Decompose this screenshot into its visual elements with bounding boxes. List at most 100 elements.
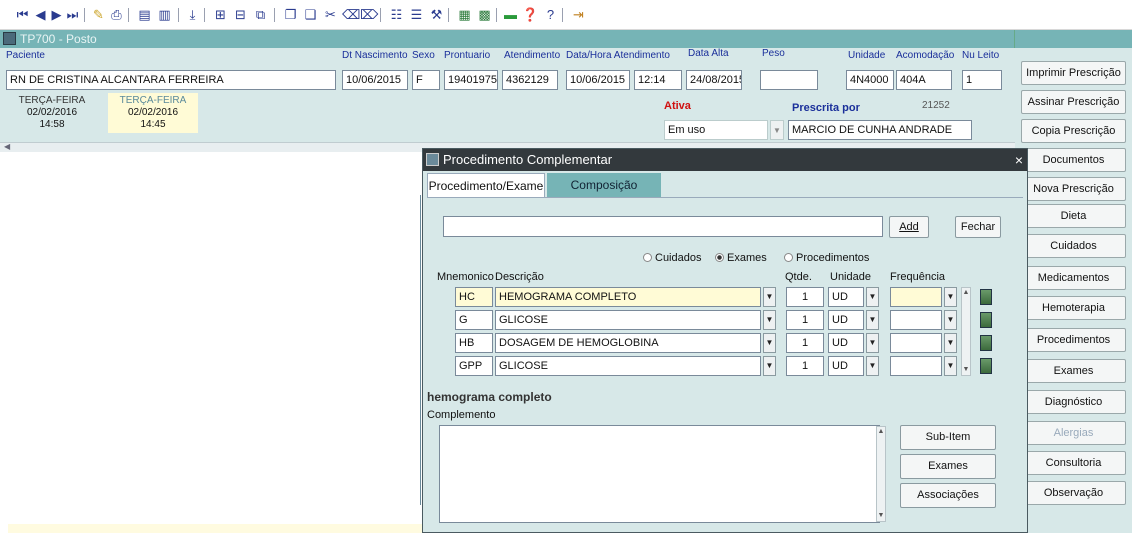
row-1-frequencia-dropdown-icon[interactable]: ▼ [944, 287, 957, 307]
insert-record-icon[interactable]: ⊞ [212, 6, 229, 23]
tab-composicao[interactable]: Composição [547, 173, 661, 197]
sub-item-button[interactable]: Sub-Item [900, 425, 996, 450]
cut-icon[interactable]: ✂ [322, 6, 339, 23]
display-icon[interactable]: ▬ [502, 6, 519, 23]
scroll-down-icon[interactable]: ▼ [962, 366, 970, 374]
imprimir-prescricao-button[interactable]: Imprimir Prescrição [1021, 61, 1126, 85]
row-4-frequencia-dropdown-icon[interactable]: ▼ [944, 356, 957, 376]
acomodacao-field[interactable]: 404A [896, 70, 952, 90]
tab-procedimento-exame[interactable]: Procedimento/Exame [427, 173, 545, 197]
row-2-frequencia[interactable] [890, 310, 942, 330]
dieta-button[interactable]: Dieta [1021, 204, 1126, 228]
help-icon[interactable]: ? [542, 6, 559, 23]
search-input[interactable] [443, 216, 883, 237]
scroll-down-icon[interactable]: ▼ [877, 512, 885, 520]
previous-record-icon[interactable]: ◀ [32, 6, 49, 23]
first-record-icon[interactable]: ⏮ [14, 6, 31, 23]
row-3-descricao-dropdown-icon[interactable]: ▼ [763, 333, 776, 353]
row-1-qtde[interactable]: 1 [786, 287, 824, 307]
paciente-field[interactable]: RN DE CRISTINA ALCANTARA FERREIRA [6, 70, 336, 90]
peso-field[interactable] [760, 70, 818, 90]
status-dropdown-arrow-icon[interactable]: ▼ [770, 120, 784, 140]
scroll-left-arrow-icon[interactable]: ◀ [4, 142, 10, 151]
data-atendimento-field[interactable]: 10/06/2015 [566, 70, 630, 90]
complemento-textarea[interactable] [439, 425, 880, 523]
row-4-descricao[interactable]: GLICOSE [495, 356, 761, 376]
prescrita-por-field[interactable]: MARCIO DE CUNHA ANDRADE [788, 120, 972, 140]
row-4-mnemonico[interactable]: GPP [455, 356, 493, 376]
sexo-field[interactable]: F [412, 70, 440, 90]
exames-button[interactable]: Exames [1021, 359, 1126, 383]
grid-icon[interactable]: ▦ [456, 6, 473, 23]
radio-cuidados[interactable]: Cuidados [643, 252, 701, 264]
dt-nascimento-field[interactable]: 10/06/2015 [342, 70, 408, 90]
unidade-field[interactable]: 4N4000 [846, 70, 894, 90]
tools-icon[interactable]: ⚒ [428, 6, 445, 23]
nova-prescricao-button[interactable]: Nova Prescrição [1021, 177, 1126, 201]
clear-field-icon[interactable]: ⌦ [360, 6, 378, 23]
radio-exames[interactable]: Exames [715, 252, 767, 264]
row-2-mnemonico[interactable]: G [455, 310, 493, 330]
status-select[interactable]: Em uso [664, 120, 768, 140]
row-1-unidade-dropdown-icon[interactable]: ▼ [866, 287, 879, 307]
hora-atendimento-field[interactable]: 12:14 [634, 70, 682, 90]
delete-record-icon[interactable]: ⊟ [232, 6, 249, 23]
help-key-icon[interactable]: ❓ [522, 6, 539, 23]
fechar-button[interactable]: Fechar [955, 216, 1001, 238]
row-4-unidade-dropdown-icon[interactable]: ▼ [866, 356, 879, 376]
list-of-values-icon[interactable]: ☷ [388, 6, 405, 23]
prescription-date-tab[interactable]: TERÇA-FEIRA 02/02/2016 14:58 [10, 95, 94, 131]
row-3-qtde[interactable]: 1 [786, 333, 824, 353]
exit-icon[interactable]: ⇥ [570, 6, 587, 23]
row-3-unidade-dropdown-icon[interactable]: ▼ [866, 333, 879, 353]
edit-field-icon[interactable]: ☰ [408, 6, 425, 23]
hemoterapia-button[interactable]: Hemoterapia [1021, 296, 1126, 320]
row-1-mnemonico[interactable]: HC [455, 287, 493, 307]
data-alta-field[interactable]: 24/08/2015 [686, 70, 742, 90]
atendimento-field[interactable]: 4362129 [502, 70, 558, 90]
row-4-frequencia[interactable] [890, 356, 942, 376]
row-4-descricao-dropdown-icon[interactable]: ▼ [763, 356, 776, 376]
prontuario-field[interactable]: 19401975 [444, 70, 498, 90]
close-icon[interactable]: × [1015, 149, 1023, 171]
radio-procedimentos[interactable]: Procedimentos [784, 252, 869, 264]
row-2-unidade-dropdown-icon[interactable]: ▼ [866, 310, 879, 330]
row-2-unidade[interactable]: UD [828, 310, 864, 330]
row-4-unidade[interactable]: UD [828, 356, 864, 376]
query-icon[interactable]: ▤ [136, 6, 153, 23]
query-execute-icon[interactable]: ▥ [156, 6, 173, 23]
row-2-detail-icon[interactable] [980, 312, 992, 328]
row-2-descricao-dropdown-icon[interactable]: ▼ [763, 310, 776, 330]
alergias-button[interactable]: Alergias [1021, 421, 1126, 445]
grid-alt-icon[interactable]: ▩ [476, 6, 493, 23]
row-3-detail-icon[interactable] [980, 335, 992, 351]
row-2-qtde[interactable]: 1 [786, 310, 824, 330]
row-1-detail-icon[interactable] [980, 289, 992, 305]
paste-icon[interactable]: ❑ [302, 6, 319, 23]
medicamentos-button[interactable]: Medicamentos [1021, 266, 1126, 290]
scroll-up-icon[interactable]: ▲ [877, 428, 885, 436]
row-2-descricao[interactable]: GLICOSE [495, 310, 761, 330]
last-record-icon[interactable]: ⏭ [64, 6, 81, 23]
add-button[interactable]: Add [889, 216, 929, 238]
row-1-descricao-dropdown-icon[interactable]: ▼ [763, 287, 776, 307]
scroll-up-icon[interactable]: ▲ [962, 289, 970, 297]
row-3-mnemonico[interactable]: HB [455, 333, 493, 353]
exames-dialog-button[interactable]: Exames [900, 454, 996, 479]
row-1-descricao[interactable]: HEMOGRAMA COMPLETO [495, 287, 761, 307]
associacoes-button[interactable]: Associações [900, 483, 996, 508]
rows-scrollbar[interactable]: ▲ ▼ [961, 287, 971, 376]
save-icon[interactable]: ⤓ [184, 6, 201, 23]
copy-icon[interactable]: ❐ [282, 6, 299, 23]
clear-icon[interactable]: ⌫ [342, 6, 360, 23]
row-4-detail-icon[interactable] [980, 358, 992, 374]
observacao-button[interactable]: Observação [1021, 481, 1126, 505]
row-3-frequencia-dropdown-icon[interactable]: ▼ [944, 333, 957, 353]
row-3-frequencia[interactable] [890, 333, 942, 353]
cuidados-button[interactable]: Cuidados [1021, 234, 1126, 258]
row-1-unidade[interactable]: UD [828, 287, 864, 307]
row-3-descricao[interactable]: DOSAGEM DE HEMOGLOBINA [495, 333, 761, 353]
procedimentos-button[interactable]: Procedimentos [1021, 328, 1126, 352]
documentos-button[interactable]: Documentos [1021, 148, 1126, 172]
diagnostico-button[interactable]: Diagnóstico [1021, 390, 1126, 414]
